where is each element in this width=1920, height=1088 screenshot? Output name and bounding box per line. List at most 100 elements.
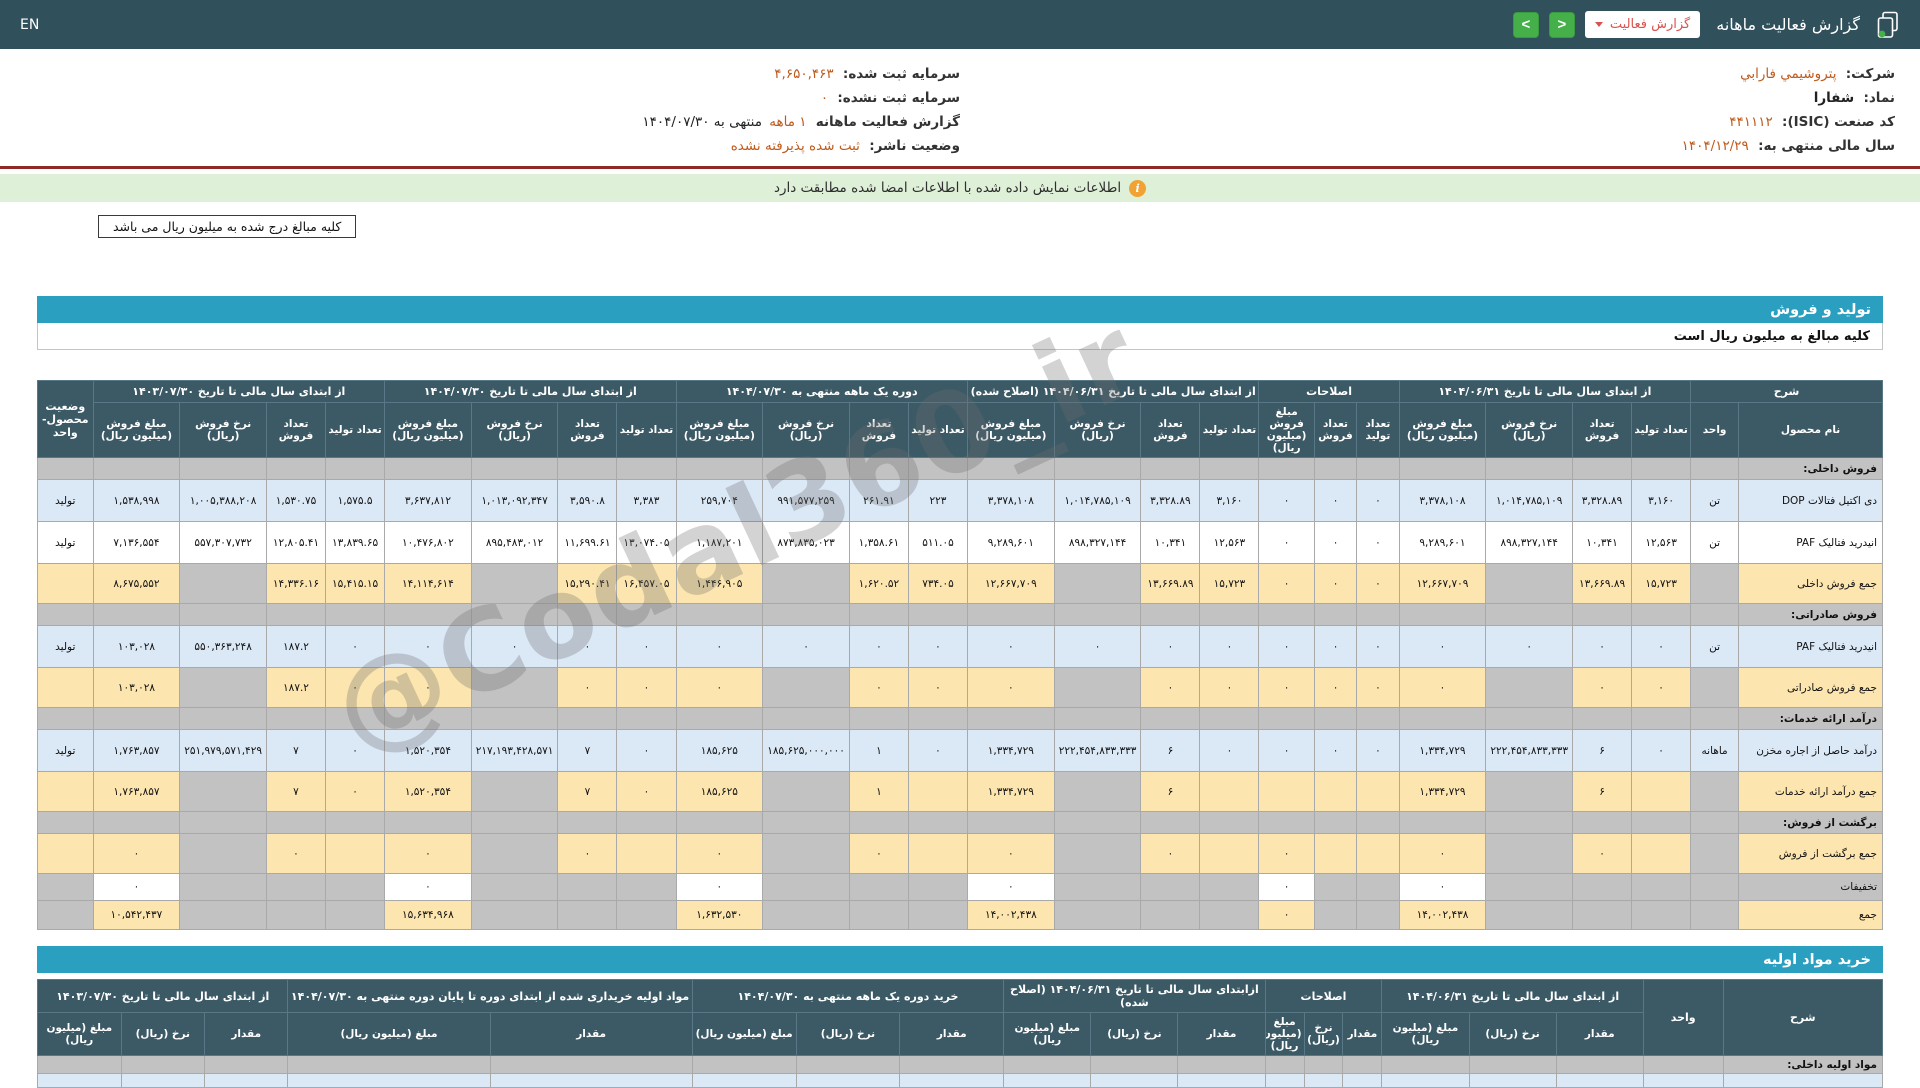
status-cell [37, 833, 94, 874]
qty-cell [557, 457, 618, 480]
amount-cell [92, 811, 181, 834]
amount-cell [675, 707, 764, 730]
unit-cell [1690, 873, 1740, 901]
qty-cell: ۱۳,۸۳۹.۶۵ [325, 521, 386, 564]
unit-cell: تن [1690, 521, 1740, 564]
qty-cell: ۳,۳۲۸.۸۹ [1140, 479, 1201, 522]
qty-cell [489, 1055, 693, 1074]
qty-cell: ۱۱,۶۹۹.۶۱ [557, 521, 618, 564]
qty-cell [1199, 603, 1260, 626]
info-row: سال مالی منتهی به: ۱۴۰۴/۱۲/۲۹ [960, 134, 1895, 158]
amount-cell: ۰ [384, 833, 472, 874]
column-header: تعداد فروش [1140, 402, 1201, 458]
column-header: تعداد تولید [325, 402, 386, 458]
qty-cell: ۰ [907, 667, 968, 708]
rate-cell [1053, 457, 1142, 480]
status-cell [37, 707, 94, 730]
qty-cell: ۱۴,۳۳۶.۱۶ [265, 563, 327, 604]
info-suffix: منتهی به ۱۴۰۴/۰۷/۳۰ [642, 114, 762, 130]
qty-cell [1313, 707, 1358, 730]
section-row: مواد اولیه داخلی: [37, 1055, 1884, 1074]
amount-cell [1398, 811, 1487, 834]
column-header: تعداد تولید [1631, 402, 1692, 458]
rate-cell [179, 771, 267, 812]
qty-cell [557, 707, 618, 730]
qty-cell: ۶ [1572, 729, 1633, 772]
qty-cell [1631, 771, 1692, 812]
rate-cell [470, 563, 559, 604]
qty-cell: ۰ [616, 729, 677, 772]
qty-cell [1572, 873, 1633, 901]
unit-cell [1642, 1055, 1724, 1074]
amount-cell [1258, 771, 1315, 812]
company-info-left-column: سرمایه ثبت شده: ۴,۶۵۰,۴۶۳ سرمایه ثبت نشده… [25, 62, 960, 158]
unit-cell [1690, 811, 1740, 834]
qty-cell: ۰ [1572, 625, 1633, 668]
amount-cell: ۱,۴۴۶,۹۰۵ [675, 563, 764, 604]
unit-cell [1690, 833, 1740, 874]
rate-cell [1053, 873, 1142, 901]
amount-cell [675, 603, 764, 626]
amount-cell [37, 1073, 122, 1088]
amount-cell: ۰ [1258, 625, 1315, 668]
amount-cell [691, 1073, 797, 1088]
qty-cell [265, 707, 327, 730]
status-cell [37, 603, 94, 626]
qty-cell [1140, 900, 1201, 930]
amount-cell: ۱,۳۳۴,۷۲۹ [966, 771, 1055, 812]
unit-cell [1690, 771, 1740, 812]
column-header: مبلغ (میلیون ریال) [1381, 1012, 1470, 1056]
amount-cell [966, 811, 1055, 834]
qty-cell [1572, 457, 1633, 480]
qty-cell: ۱۲,۸۰۵.۴۱ [265, 521, 327, 564]
report-type-dropdown[interactable]: گزارش فعالیت [1584, 11, 1701, 38]
qty-cell [1140, 603, 1201, 626]
qty-cell [1140, 873, 1201, 901]
rate-cell [470, 771, 559, 812]
rate-cell [179, 873, 267, 901]
rate-cell [1053, 563, 1142, 604]
column-group-header: شرح [1690, 380, 1883, 403]
qty-cell: ۰ [265, 833, 327, 874]
rate-cell [179, 667, 267, 708]
amount-cell: ۰ [92, 873, 181, 901]
rate-cell [1303, 1073, 1344, 1088]
status-cell [37, 563, 94, 604]
next-report-button[interactable]: > [1548, 11, 1575, 38]
qty-cell: ۰ [1631, 729, 1692, 772]
amount-cell: ۰ [384, 873, 472, 901]
language-toggle-en[interactable]: EN [20, 17, 39, 33]
qty-cell [907, 457, 968, 480]
qty-cell [1631, 457, 1692, 480]
qty-cell [616, 900, 677, 930]
status-cell [37, 811, 94, 834]
amount-cell: ۰ [1258, 667, 1315, 708]
qty-cell [557, 873, 618, 901]
column-header: نرخ (ریال) [1303, 1012, 1344, 1056]
table-row: جمع فروش صادراتی ۰ ۰ ۰ ۰ ۰ ۰ ۰ ۰ ۰ ۰ ۰ ۰ ۰ ۰ ۰ ۰ ۱۸۷.۲ ۱۰۳… [37, 667, 1883, 708]
amount-cell: ۱,۵۳۸,۹۹۸ [92, 479, 181, 522]
qty-cell: ۶ [1140, 729, 1201, 772]
qty-cell: ۲۶۱.۹۱ [848, 479, 909, 522]
amount-cell [1398, 457, 1487, 480]
prev-report-button[interactable]: < [1512, 11, 1539, 38]
qty-cell: ۱۰,۳۴۱ [1572, 521, 1633, 564]
amount-cell: ۳,۳۷۸,۱۰۸ [1398, 479, 1487, 522]
info-row: نماد: شفارا [960, 86, 1895, 110]
column-header: نام محصول [1738, 402, 1883, 458]
qty-cell [204, 1073, 289, 1088]
amount-cell: ۱۰,۴۷۶,۸۰۲ [384, 521, 472, 564]
qty-cell: ۰ [1313, 625, 1358, 668]
rate-cell [1485, 667, 1574, 708]
qty-cell [265, 603, 327, 626]
qty-cell: ۰ [848, 625, 909, 668]
qty-cell: ۷۳۴.۰۵ [907, 563, 968, 604]
qty-cell [1572, 900, 1633, 930]
amount-cell: ۰ [1258, 833, 1315, 874]
info-value: ۱ ماهه [769, 114, 807, 130]
qty-cell [1177, 1073, 1266, 1088]
qty-cell [1199, 900, 1260, 930]
info-value: ۱۴۰۴/۱۲/۲۹ [1681, 138, 1749, 154]
amount-cell [287, 1055, 491, 1074]
amount-cell: ۱,۱۸۷,۲۰۱ [675, 521, 764, 564]
